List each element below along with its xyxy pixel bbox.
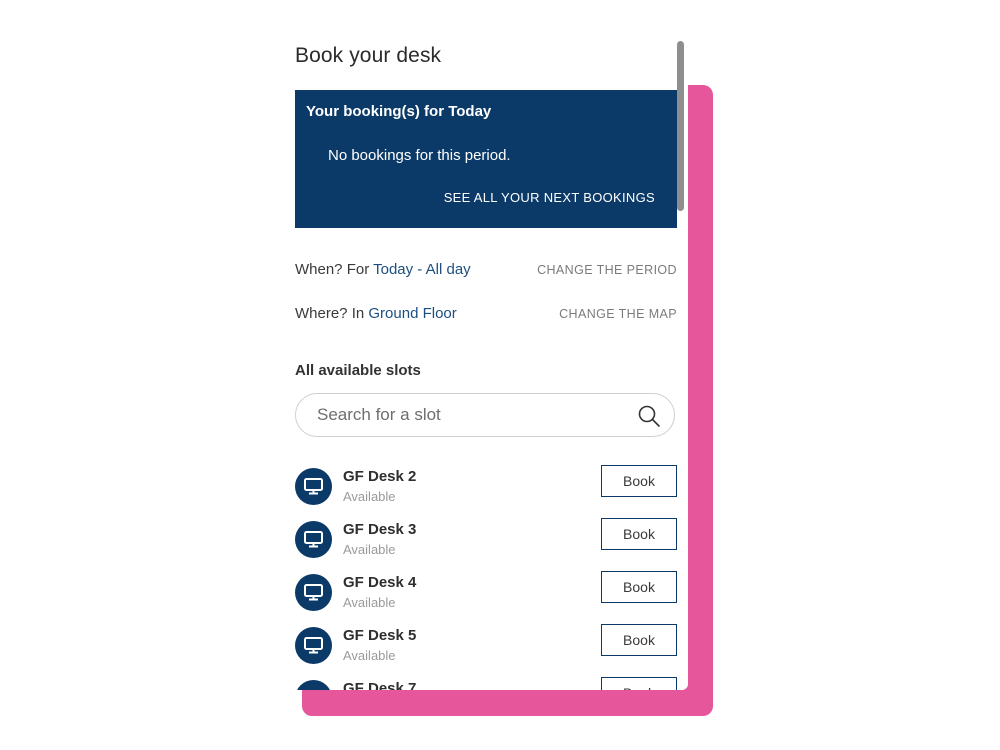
desk-avatar: [295, 521, 332, 558]
when-filter-row: When? For Today - All day CHANGE THE PER…: [295, 261, 677, 283]
book-button[interactable]: Book: [601, 571, 677, 603]
desk-avatar: [295, 627, 332, 664]
slot-name: GF Desk 7: [343, 680, 417, 690]
book-button[interactable]: Book: [601, 677, 677, 690]
slot-row: GF Desk 2 Available Book: [295, 465, 677, 509]
slot-row: GF Desk 3 Available Book: [295, 518, 677, 562]
slot-name: GF Desk 5: [343, 627, 417, 644]
slot-name: GF Desk 2: [343, 468, 417, 485]
when-prefix: When? For: [295, 261, 370, 278]
slot-status: Available: [343, 648, 396, 663]
slot-name: GF Desk 3: [343, 521, 417, 538]
change-period-button[interactable]: CHANGE THE PERIOD: [537, 263, 677, 277]
desk-avatar: [295, 680, 332, 690]
desktop-icon: [304, 531, 323, 548]
see-all-bookings-link[interactable]: SEE ALL YOUR NEXT BOOKINGS: [444, 190, 655, 205]
slot-row: GF Desk 5 Available Book: [295, 624, 677, 668]
book-button[interactable]: Book: [601, 518, 677, 550]
book-button[interactable]: Book: [601, 465, 677, 497]
slot-status: Available: [343, 542, 396, 557]
desk-avatar: [295, 468, 332, 505]
slot-row: GF Desk 4 Available Book: [295, 571, 677, 615]
desktop-icon: [304, 637, 323, 654]
booking-panel: Book your desk Your booking(s) for Today…: [282, 30, 688, 690]
search-icon[interactable]: [637, 404, 661, 428]
book-button[interactable]: Book: [601, 624, 677, 656]
slot-row: GF Desk 7AvailableBook: [295, 677, 677, 690]
stage: Book your desk Your booking(s) for Today…: [0, 0, 1000, 750]
no-bookings-message: No bookings for this period.: [328, 147, 511, 164]
slot-status: Available: [343, 595, 396, 610]
slot-name: GF Desk 4: [343, 574, 417, 591]
slot-search-input[interactable]: [317, 404, 627, 426]
desk-avatar: [295, 574, 332, 611]
slot-search-box[interactable]: [295, 393, 675, 437]
where-filter-row: Where? In Ground Floor CHANGE THE MAP: [295, 305, 677, 327]
available-slots-heading: All available slots: [295, 362, 421, 379]
panel-scrollbar[interactable]: [677, 41, 684, 211]
page-title: Book your desk: [295, 44, 442, 67]
desktop-icon: [304, 478, 323, 495]
todays-bookings-card: Your booking(s) for Today No bookings fo…: [295, 90, 677, 228]
slot-status: Available: [343, 489, 396, 504]
change-map-button[interactable]: CHANGE THE MAP: [559, 307, 677, 321]
bookings-card-title: Your booking(s) for Today: [306, 103, 492, 120]
when-value: Today - All day: [373, 261, 471, 278]
desktop-icon: [304, 584, 323, 601]
where-prefix: Where? In: [295, 305, 365, 322]
where-value: Ground Floor: [368, 305, 457, 322]
